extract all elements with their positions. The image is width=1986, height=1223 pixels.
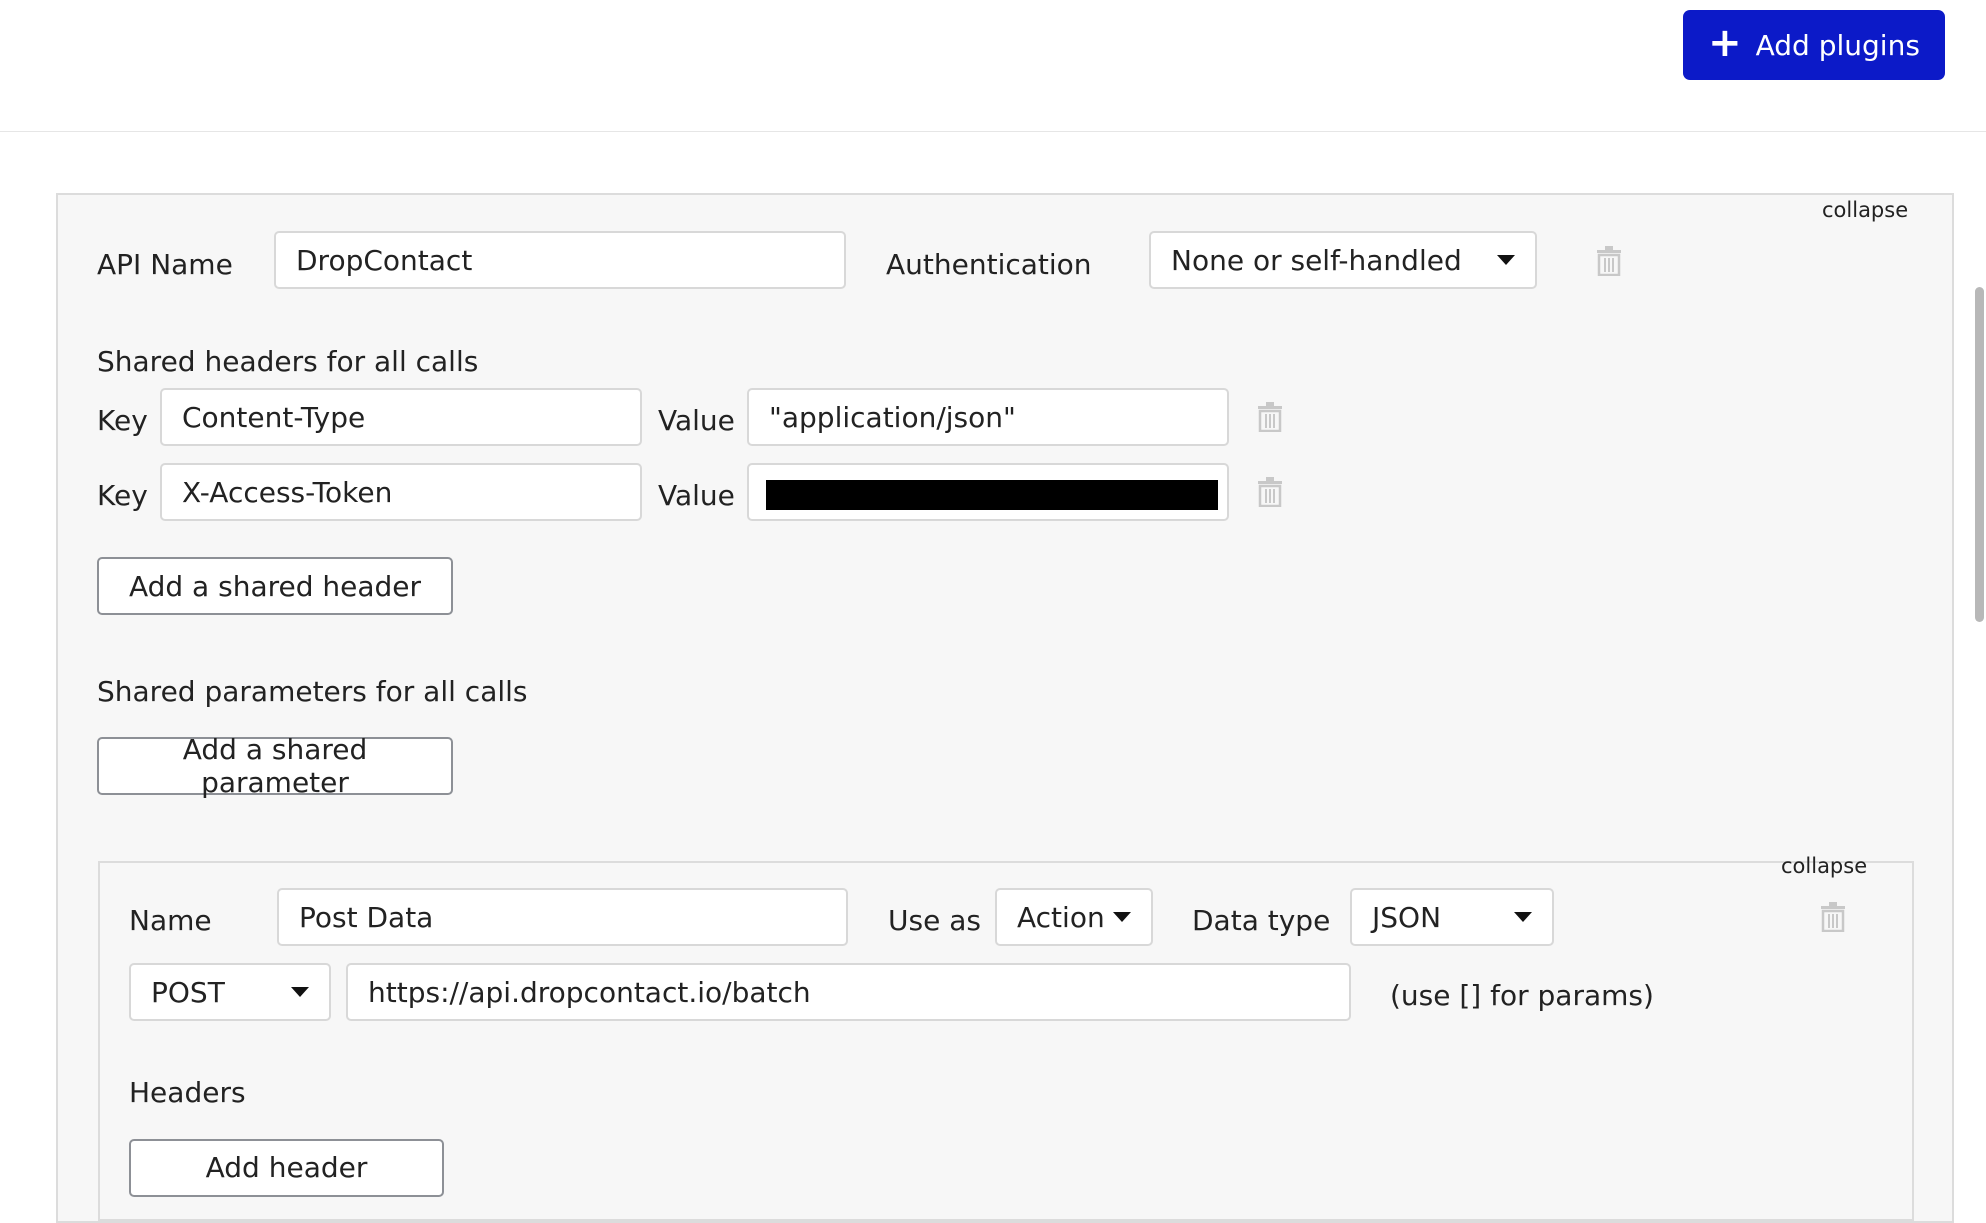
api-name-value: DropContact — [296, 243, 473, 277]
use-as-label: Use as — [888, 904, 981, 937]
shared-params-title: Shared parameters for all calls — [97, 675, 528, 708]
trash-icon[interactable] — [1257, 402, 1283, 432]
call-name-label: Name — [129, 904, 212, 937]
authentication-value: None or self-handled — [1171, 243, 1462, 277]
trash-icon[interactable] — [1596, 246, 1622, 276]
header-value-label: Value — [658, 404, 735, 437]
authentication-label: Authentication — [886, 248, 1092, 281]
header-value-value: "application/json" — [769, 400, 1016, 434]
api-name-input[interactable]: DropContact — [274, 231, 846, 289]
header-value-input[interactable]: "application/json" — [747, 388, 1229, 446]
add-header-label: Add header — [205, 1151, 368, 1184]
caret-down-icon — [1497, 255, 1515, 265]
params-hint: (use [] for params) — [1390, 979, 1654, 1012]
header-key-value: Content-Type — [182, 400, 366, 434]
add-plugins-button[interactable]: + Add plugins — [1683, 10, 1945, 80]
data-type-label: Data type — [1192, 904, 1331, 937]
add-header-button[interactable]: Add header — [129, 1139, 444, 1197]
method-select[interactable]: POST — [129, 963, 331, 1021]
header-key-label: Key — [97, 479, 148, 512]
add-shared-header-label: Add a shared header — [128, 569, 422, 603]
caret-down-icon — [1113, 912, 1131, 922]
plus-icon: + — [1708, 20, 1742, 66]
call-headers-title: Headers — [129, 1076, 246, 1109]
redacted-token — [766, 480, 1218, 510]
trash-icon[interactable] — [1257, 477, 1283, 507]
api-name-label: API Name — [97, 248, 233, 281]
shared-headers-title: Shared headers for all calls — [97, 345, 479, 378]
url-input[interactable]: https://api.dropcontact.io/batch — [346, 963, 1351, 1021]
caret-down-icon — [1514, 912, 1532, 922]
url-value: https://api.dropcontact.io/batch — [368, 975, 811, 1009]
authentication-select[interactable]: None or self-handled — [1149, 231, 1537, 289]
header-key-input[interactable]: Content-Type — [160, 388, 642, 446]
data-type-select[interactable]: JSON — [1350, 888, 1554, 946]
trash-icon[interactable] — [1820, 902, 1846, 932]
add-shared-parameter-button[interactable]: Add a shared parameter — [97, 733, 453, 799]
scrollbar[interactable] — [1975, 287, 1984, 622]
call-name-value: Post Data — [299, 900, 434, 934]
header-key-label: Key — [97, 404, 148, 437]
header-key-input[interactable]: X-Access-Token — [160, 463, 642, 521]
add-shared-parameter-label: Add a shared parameter — [182, 733, 368, 799]
use-as-select[interactable]: Action — [995, 888, 1153, 946]
call-name-input[interactable]: Post Data — [277, 888, 848, 946]
header-key-value: X-Access-Token — [182, 475, 393, 509]
method-value: POST — [151, 975, 225, 1009]
data-type-value: JSON — [1372, 900, 1442, 934]
add-shared-header-button[interactable]: Add a shared header — [97, 557, 453, 615]
use-as-value: Action — [1017, 900, 1105, 934]
header-value-label: Value — [658, 479, 735, 512]
caret-down-icon — [291, 987, 309, 997]
add-plugins-label: Add plugins — [1755, 28, 1920, 62]
api-collapse-link[interactable]: collapse — [1822, 198, 1908, 222]
call-collapse-link[interactable]: collapse — [1781, 854, 1867, 878]
top-bar: + Add plugins — [0, 0, 1986, 132]
